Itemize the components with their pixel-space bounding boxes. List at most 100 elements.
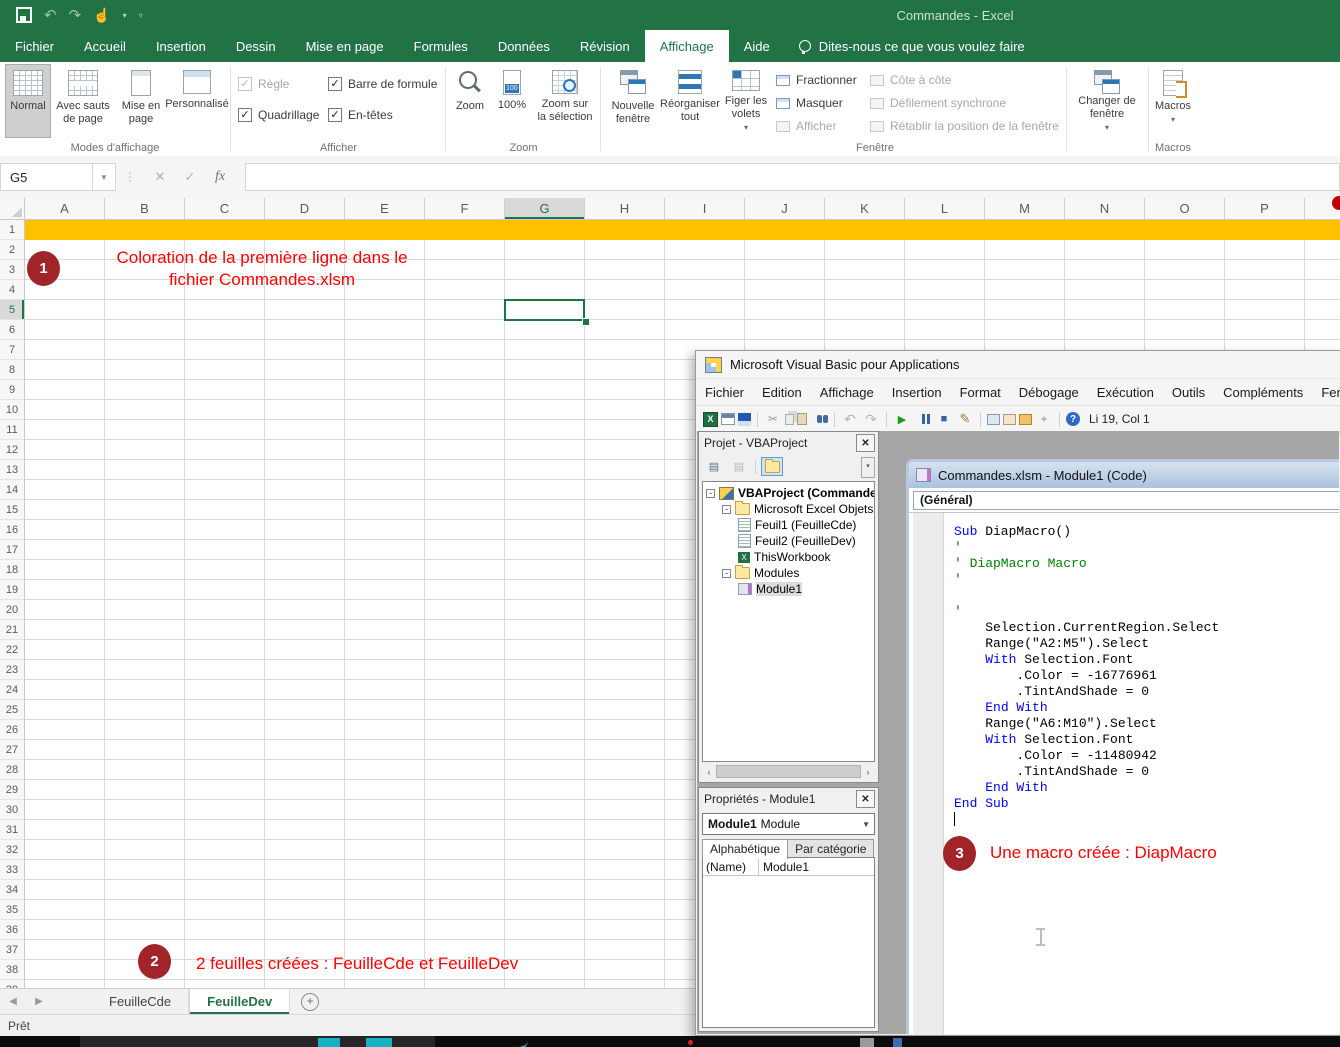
- column-header-O[interactable]: O: [1145, 198, 1225, 219]
- page-break-preview-button[interactable]: Avec sauts de page: [52, 65, 114, 137]
- row-header-32[interactable]: 32: [0, 840, 24, 860]
- help-icon[interactable]: ?: [1066, 412, 1080, 426]
- row-header-23[interactable]: 23: [0, 660, 24, 680]
- row-header-4[interactable]: 4: [0, 280, 24, 300]
- code-line-17[interactable]: End With: [954, 780, 1219, 796]
- vba-menu-compl-ments[interactable]: Compléments: [1214, 385, 1312, 400]
- row-header-7[interactable]: 7: [0, 340, 24, 360]
- row-header-29[interactable]: 29: [0, 780, 24, 800]
- row-header-38[interactable]: 38: [0, 960, 24, 980]
- project-horizontal-scrollbar[interactable]: ‹ ›: [702, 764, 875, 779]
- cancel-icon[interactable]: ✕: [145, 169, 175, 185]
- row-header-27[interactable]: 27: [0, 740, 24, 760]
- close-icon[interactable]: ✕: [856, 434, 875, 452]
- touch-mode-dropdown-icon[interactable]: ▾: [123, 11, 127, 20]
- insert-function-icon[interactable]: fx: [205, 169, 235, 185]
- arrange-all-button[interactable]: Réorganiser tout: [662, 65, 718, 137]
- row-header-1[interactable]: 1: [0, 220, 24, 240]
- row-header-9[interactable]: 9: [0, 380, 24, 400]
- taskbar-icon[interactable]: [366, 1038, 392, 1047]
- code-window[interactable]: Commandes.xlsm - Module1 (Code) (Général…: [906, 459, 1339, 1034]
- row-header-39[interactable]: 39: [0, 980, 24, 988]
- sheet-nav-left-icon[interactable]: ◀: [0, 989, 26, 1014]
- tab-categorized[interactable]: Par catégorie: [787, 839, 874, 859]
- code-line-5[interactable]: [954, 588, 1219, 604]
- view-object-icon[interactable]: [721, 413, 735, 425]
- row-header-28[interactable]: 28: [0, 760, 24, 780]
- row-header-3[interactable]: 3: [0, 260, 24, 280]
- column-header-C[interactable]: C: [185, 198, 265, 219]
- code-line-4[interactable]: ': [954, 572, 1219, 588]
- vba-menu-fichier[interactable]: Fichier: [696, 385, 753, 400]
- paste-icon[interactable]: [797, 413, 807, 425]
- split-button[interactable]: Fractionner: [776, 70, 857, 90]
- object-browser-icon[interactable]: ✦: [1035, 411, 1053, 427]
- excel-icon[interactable]: X: [703, 412, 718, 427]
- column-header-P[interactable]: P: [1225, 198, 1305, 219]
- fill-handle[interactable]: [582, 318, 590, 326]
- toggle-folders-icon[interactable]: [761, 457, 783, 476]
- row-header-12[interactable]: 12: [0, 440, 24, 460]
- vba-menu-insertion[interactable]: Insertion: [883, 385, 951, 400]
- undo-icon[interactable]: ↶: [44, 8, 57, 23]
- sheet-nav-right-icon[interactable]: ▶: [26, 989, 52, 1014]
- code-editor[interactable]: Sub DiapMacro()'' DiapMacro Macro' ' Sel…: [909, 513, 1339, 1034]
- taskbar-icon[interactable]: [893, 1038, 902, 1047]
- row-header-18[interactable]: 18: [0, 560, 24, 580]
- hide-button[interactable]: Masquer: [776, 93, 843, 113]
- project-panel-header[interactable]: Projet - VBAProject ✕: [699, 432, 878, 454]
- code-line-6[interactable]: ': [954, 604, 1219, 620]
- select-all-corner[interactable]: [0, 198, 25, 220]
- unhide-button[interactable]: Afficher: [776, 116, 836, 136]
- row-header-24[interactable]: 24: [0, 680, 24, 700]
- enter-icon[interactable]: ✓: [175, 169, 205, 185]
- find-icon[interactable]: [810, 411, 828, 427]
- row-header-11[interactable]: 11: [0, 420, 24, 440]
- column-header-I[interactable]: I: [665, 198, 745, 219]
- code-line-16[interactable]: .TintAndShade = 0: [954, 764, 1219, 780]
- vba-menu-edition[interactable]: Edition: [753, 385, 811, 400]
- headings-checkbox[interactable]: ✓ En-têtes: [328, 107, 393, 123]
- row-header-2[interactable]: 2: [0, 240, 24, 260]
- tab-donn-es[interactable]: Données: [483, 30, 565, 62]
- scroll-right-icon[interactable]: ›: [861, 767, 875, 777]
- tab-affichage[interactable]: Affichage: [645, 30, 729, 62]
- tab-fichier[interactable]: Fichier: [0, 30, 69, 62]
- tree-item-microsoft-excel-objets[interactable]: -Microsoft Excel Objets: [703, 501, 874, 517]
- tab-alphabetic[interactable]: Alphabétique: [702, 839, 788, 859]
- column-header-A[interactable]: A: [25, 198, 105, 219]
- column-header-D[interactable]: D: [265, 198, 345, 219]
- collapse-icon[interactable]: -: [722, 569, 731, 578]
- column-header-B[interactable]: B: [105, 198, 185, 219]
- tree-item-module1[interactable]: Module1: [703, 581, 874, 597]
- macros-button[interactable]: Macros ▾: [1152, 65, 1194, 137]
- code-line-7[interactable]: Selection.CurrentRegion.Select: [954, 620, 1219, 636]
- collapse-icon[interactable]: -: [706, 489, 715, 498]
- collapse-icon[interactable]: -: [722, 505, 731, 514]
- row-header-17[interactable]: 17: [0, 540, 24, 560]
- redo-icon[interactable]: ↷: [862, 411, 880, 427]
- row-header-19[interactable]: 19: [0, 580, 24, 600]
- tab-dessin[interactable]: Dessin: [221, 30, 291, 62]
- taskbar-logo-icon[interactable]: [512, 1037, 528, 1047]
- row-header-22[interactable]: 22: [0, 640, 24, 660]
- redo-icon[interactable]: ↷: [69, 8, 82, 23]
- column-header-H[interactable]: H: [585, 198, 665, 219]
- close-icon[interactable]: ✕: [856, 790, 875, 808]
- tab-formules[interactable]: Formules: [399, 30, 483, 62]
- tree-item-feuil1-feuillecde[interactable]: Feuil1 (FeuilleCde): [703, 517, 874, 533]
- row-header-31[interactable]: 31: [0, 820, 24, 840]
- column-header-K[interactable]: K: [825, 198, 905, 219]
- vba-menu-d-bogage[interactable]: Débogage: [1010, 385, 1088, 400]
- scrollbar-thumb[interactable]: [716, 765, 861, 778]
- code-line-12[interactable]: End With: [954, 700, 1219, 716]
- tab-r-vision[interactable]: Révision: [565, 30, 645, 62]
- row-header-20[interactable]: 20: [0, 600, 24, 620]
- property-value[interactable]: Module1: [759, 860, 809, 874]
- tree-item-feuil2-feuilledev[interactable]: Feuil2 (FeuilleDev): [703, 533, 874, 549]
- column-header-N[interactable]: N: [1065, 198, 1145, 219]
- column-header-L[interactable]: L: [905, 198, 985, 219]
- tree-item-thisworkbook[interactable]: XThisWorkbook: [703, 549, 874, 565]
- cut-icon[interactable]: ✂: [764, 411, 782, 427]
- copy-icon[interactable]: [785, 414, 794, 425]
